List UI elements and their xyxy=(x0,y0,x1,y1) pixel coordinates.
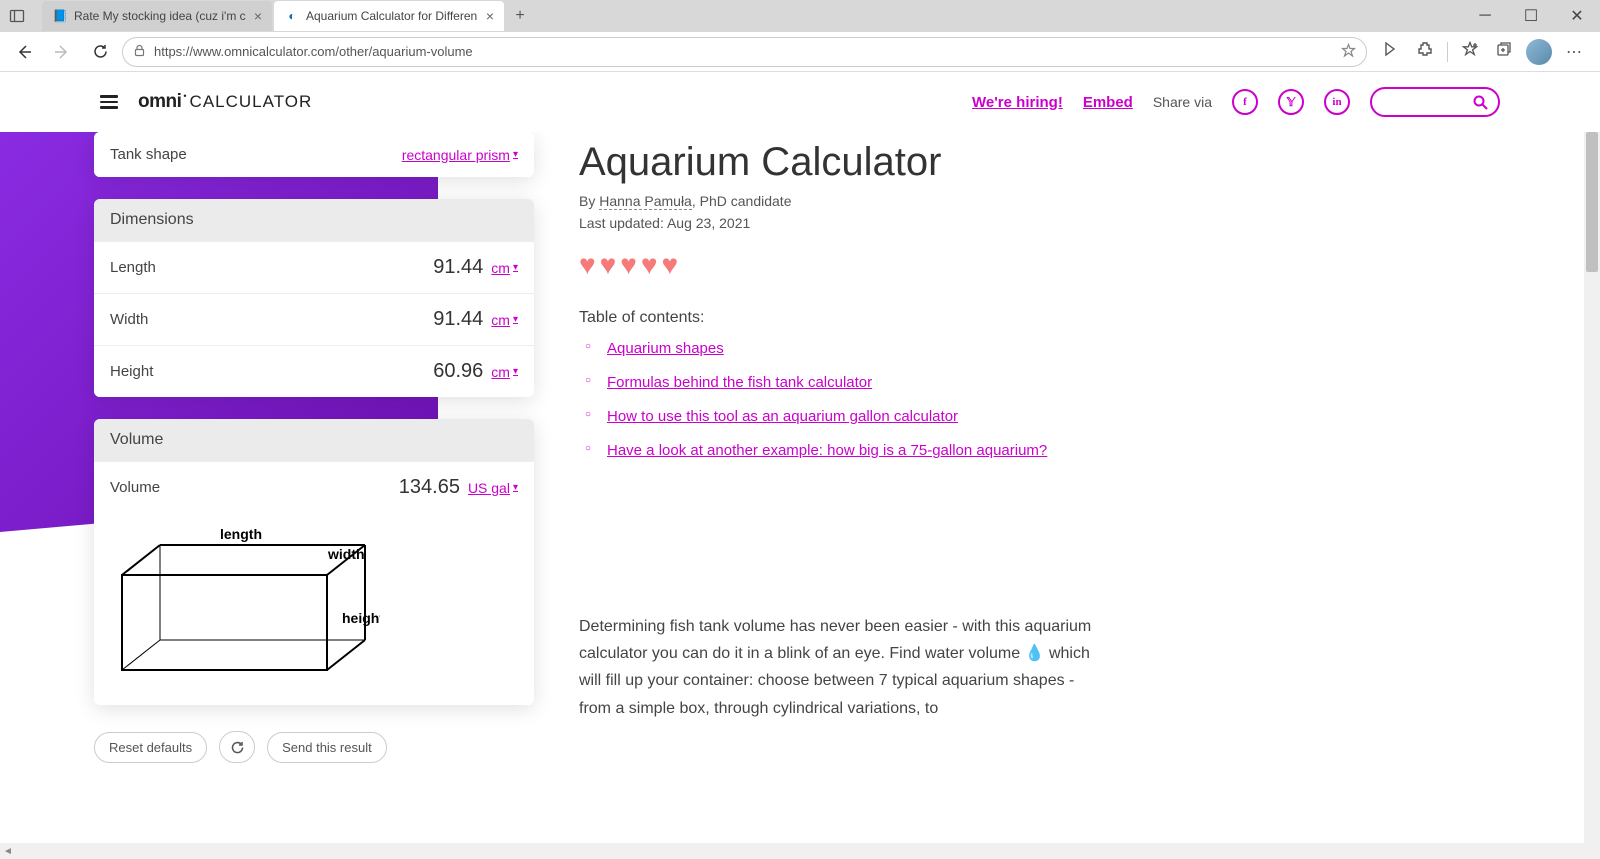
facebook-icon[interactable]: f xyxy=(1232,89,1258,115)
heart-icon: ♥ xyxy=(641,249,658,281)
close-window-button[interactable]: ✕ xyxy=(1554,0,1600,32)
width-input[interactable]: 91.44 xyxy=(413,308,483,331)
tank-shape-select[interactable]: rectangular prism xyxy=(402,147,518,163)
vertical-scrollbar[interactable] xyxy=(1584,132,1600,859)
length-input[interactable]: 91.44 xyxy=(413,256,483,279)
page-title: Aquarium Calculator xyxy=(579,140,1099,185)
last-updated: Last updated: Aug 23, 2021 xyxy=(579,215,1099,231)
length-label: Length xyxy=(110,259,156,276)
forward-button[interactable] xyxy=(46,36,78,68)
svg-text:width: width xyxy=(327,546,365,562)
refresh-button[interactable] xyxy=(84,36,116,68)
scrollbar-thumb[interactable] xyxy=(1586,132,1598,272)
tab-actions-button[interactable] xyxy=(0,2,34,30)
height-input[interactable]: 60.96 xyxy=(413,360,483,383)
tab-2-active[interactable]: ◐ Aquarium Calculator for Differen × xyxy=(274,1,504,31)
linkedin-icon[interactable]: in xyxy=(1324,89,1350,115)
tab-title: Aquarium Calculator for Differen xyxy=(306,9,480,23)
minimize-button[interactable]: ─ xyxy=(1462,0,1508,32)
site-logo[interactable]: omni• CALCULATOR xyxy=(138,91,312,113)
address-bar[interactable]: https://www.omnicalculator.com/other/aqu… xyxy=(122,37,1367,67)
width-label: Width xyxy=(110,311,148,328)
new-tab-button[interactable]: + xyxy=(506,2,534,30)
logo-brand: omni xyxy=(138,91,181,113)
volume-unit-select[interactable]: US gal xyxy=(468,480,518,496)
width-unit-select[interactable]: cm xyxy=(491,312,518,328)
favorites-icon[interactable] xyxy=(1458,41,1482,62)
toc-link[interactable]: How to use this tool as an aquarium gall… xyxy=(607,408,958,425)
close-icon[interactable]: × xyxy=(254,8,262,24)
lock-icon xyxy=(133,44,146,60)
url-text: https://www.omnicalculator.com/other/aqu… xyxy=(154,44,473,59)
twitter-icon[interactable]: 𝕐 xyxy=(1278,89,1304,115)
close-icon[interactable]: × xyxy=(486,8,494,24)
toc-list: Aquarium shapes Formulas behind the fish… xyxy=(579,337,1099,463)
favicon-icon: 📘 xyxy=(52,8,68,24)
profile-avatar[interactable] xyxy=(1526,39,1552,65)
prism-diagram: length width height xyxy=(94,513,534,705)
logo-text: CALCULATOR xyxy=(190,92,313,112)
hiring-link[interactable]: We're hiring! xyxy=(972,94,1063,111)
more-icon[interactable]: ⋯ xyxy=(1562,42,1586,62)
volume-value[interactable]: 134.65 xyxy=(390,476,460,499)
scroll-left-icon[interactable]: ◄ xyxy=(0,846,16,857)
rating-hearts[interactable]: ♥ ♥ ♥ ♥ ♥ xyxy=(579,249,1099,281)
svg-text:length: length xyxy=(220,526,262,542)
favicon-icon: ◐ xyxy=(284,8,300,24)
tank-shape-label: Tank shape xyxy=(110,146,187,163)
reader-icon[interactable] xyxy=(1379,41,1403,62)
svg-text:height: height xyxy=(342,610,380,626)
search-input[interactable] xyxy=(1370,87,1500,117)
toc-link[interactable]: Have a look at another example: how big … xyxy=(607,442,1047,459)
tab-1[interactable]: 📘 Rate My stocking idea (cuz i'm c × xyxy=(42,1,272,31)
horizontal-scrollbar[interactable]: ◄ xyxy=(0,843,1584,859)
toc-link[interactable]: Aquarium shapes xyxy=(607,340,724,357)
byline: By Hanna Pamuła, PhD candidate xyxy=(579,193,1099,209)
back-button[interactable] xyxy=(8,36,40,68)
volume-header: Volume xyxy=(94,419,534,461)
maximize-button[interactable]: ☐ xyxy=(1508,0,1554,32)
dimensions-header: Dimensions xyxy=(94,199,534,241)
heart-icon: ♥ xyxy=(620,249,637,281)
author-link[interactable]: Hanna Pamuła xyxy=(599,193,692,210)
send-result-button[interactable]: Send this result xyxy=(267,732,387,763)
toc-title: Table of contents: xyxy=(579,309,1099,327)
toc-link[interactable]: Formulas behind the fish tank calculator xyxy=(607,374,872,391)
favorite-icon[interactable] xyxy=(1341,43,1356,61)
height-label: Height xyxy=(110,363,153,380)
embed-link[interactable]: Embed xyxy=(1083,94,1133,111)
reset-defaults-button[interactable]: Reset defaults xyxy=(94,732,207,763)
menu-button[interactable] xyxy=(100,95,118,109)
height-unit-select[interactable]: cm xyxy=(491,364,518,380)
length-unit-select[interactable]: cm xyxy=(491,260,518,276)
collections-icon[interactable] xyxy=(1492,41,1516,62)
extensions-icon[interactable] xyxy=(1413,41,1437,62)
reload-button[interactable] xyxy=(219,731,255,763)
article-body: Determining fish tank volume has never b… xyxy=(579,613,1099,722)
share-label: Share via xyxy=(1153,94,1212,110)
tab-title: Rate My stocking idea (cuz i'm c xyxy=(74,9,248,23)
heart-icon: ♥ xyxy=(579,249,596,281)
heart-icon: ♥ xyxy=(600,249,617,281)
heart-icon: ♥ xyxy=(662,249,679,281)
volume-label: Volume xyxy=(110,479,160,496)
